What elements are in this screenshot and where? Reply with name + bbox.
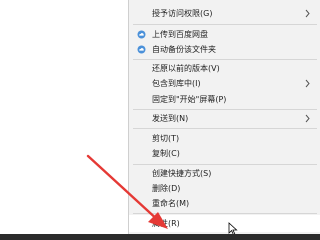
menu-separator xyxy=(133,109,317,110)
menu-item-label: 发送到(N) xyxy=(152,114,189,123)
menu-item-label: 包含到库中(I) xyxy=(152,79,201,88)
menu-item-label: 剪切(T) xyxy=(152,134,180,143)
menu-item-upload-baidu[interactable]: 上传到百度网盘 xyxy=(129,27,320,42)
annotation-arrow-icon xyxy=(86,154,168,229)
menu-item-give-access[interactable]: 授予访问权限(G) xyxy=(129,6,320,21)
baidu-cloud-icon xyxy=(137,45,146,54)
taskbar xyxy=(0,234,320,240)
chevron-right-icon xyxy=(305,9,310,18)
menu-separator xyxy=(133,24,317,25)
menu-item-restore-versions[interactable]: 还原以前的版本(V) xyxy=(129,61,320,76)
baidu-cloud-icon xyxy=(137,30,146,39)
menu-item-auto-backup[interactable]: 自动备份该文件夹 xyxy=(129,42,320,57)
menu-item-pin-start[interactable]: 固定到"开始"屏幕(P) xyxy=(129,92,320,107)
chevron-right-icon xyxy=(305,79,310,88)
menu-item-send-to[interactable]: 发送到(N) xyxy=(129,111,320,126)
menu-separator xyxy=(133,128,317,129)
menu-item-label: 上传到百度网盘 xyxy=(152,30,208,39)
menu-separator xyxy=(133,59,317,60)
menu-item-label: 还原以前的版本(V) xyxy=(152,64,220,73)
chevron-right-icon xyxy=(305,114,310,123)
menu-item-label: 固定到"开始"屏幕(P) xyxy=(152,95,227,104)
menu-item-label: 授予访问权限(G) xyxy=(152,9,213,18)
menu-item-include-library[interactable]: 包含到库中(I) xyxy=(129,76,320,91)
menu-item-label: 自动备份该文件夹 xyxy=(152,45,216,54)
menu-item-cut[interactable]: 剪切(T) xyxy=(129,131,320,146)
